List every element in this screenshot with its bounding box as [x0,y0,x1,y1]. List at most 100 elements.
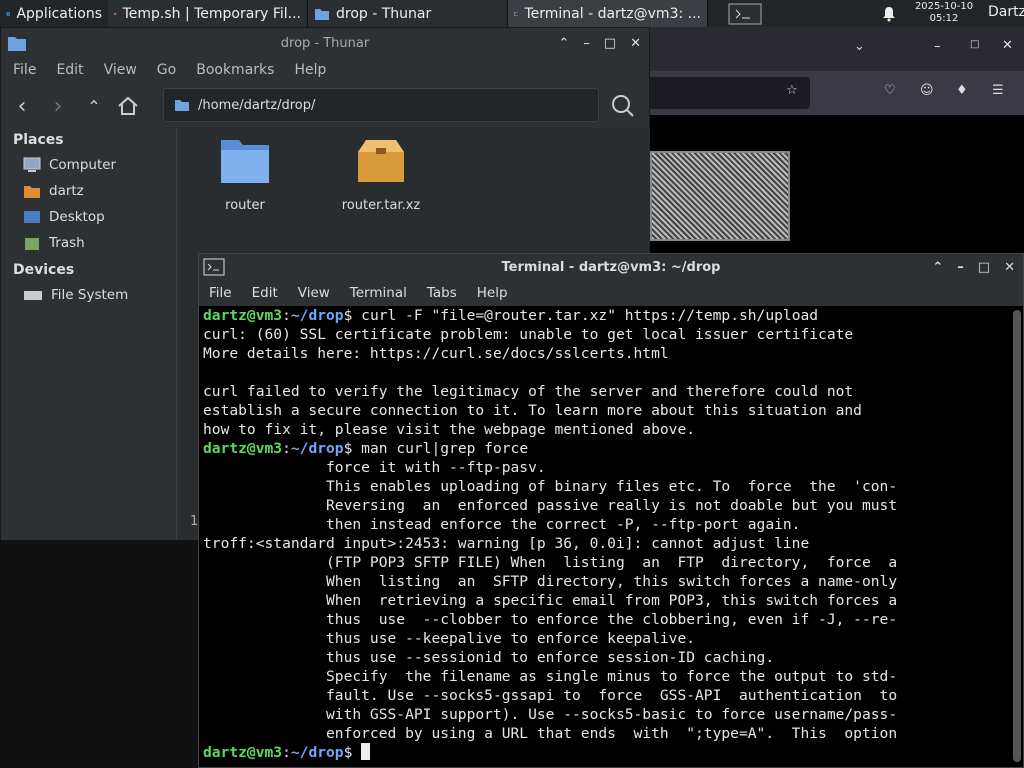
menu-edit[interactable]: Edit [252,285,278,302]
terminal-output[interactable]: dartz@vm3:~/drop$ curl -F "file=@router.… [203,306,1003,762]
menu-view[interactable]: View [298,285,330,302]
clock-time: 05:12 [929,13,959,24]
close-icon[interactable]: ✕ [1002,38,1013,53]
bookmark-star-icon[interactable]: ☆ [786,83,798,98]
command-line: dartz@vm3:~/drop$ man curl|grep force [203,440,529,457]
location-path: /home/dartz/drop/ [198,97,316,113]
task-label: Temp.sh | Temporary Fil... [122,5,301,22]
file-item-router-tar-xz[interactable]: router.tar.xz [326,134,436,213]
task-thunar[interactable]: drop - Thunar [308,0,508,27]
menu-bookmarks[interactable]: Bookmarks [196,62,274,80]
menu-view[interactable]: View [104,62,137,80]
sidebar-item-desktop[interactable]: Desktop [1,204,176,230]
maximize-icon[interactable]: □ [604,36,616,51]
firefox-navbar: ☆ ♡ ☺ ♦ ☰ [630,71,1024,115]
menu-tabs[interactable]: Tabs [427,285,457,302]
close-icon[interactable]: ✕ [630,36,641,51]
output-line: thus use --sessionid to enforce session-… [203,649,775,666]
drive-icon [24,291,42,300]
menu-file[interactable]: File [13,62,36,80]
output-line: More details here: https://curl.se/docs/… [203,345,669,362]
output-line: curl failed to verify the legitimacy of … [203,383,854,400]
prompt-suffix: $ [343,744,353,761]
terminal-icon [514,11,519,16]
window-controls: ⌃ – □ ✕ [932,254,1015,281]
sidebar-item-computer[interactable]: Computer [1,152,176,178]
file-item-router[interactable]: router [190,134,300,213]
home-folder-icon [24,186,40,198]
prompt-path: ~/drop [290,744,344,761]
menu-edit[interactable]: Edit [56,62,83,80]
shade-icon[interactable]: ⌃ [932,260,943,275]
top-panel: Applications Temp.sh | Temporary Fil... … [0,0,1024,27]
file-name: router.tar.xz [341,198,421,213]
folder-icon [175,100,189,111]
sidebar-item-trash[interactable]: Trash [1,230,176,256]
terminal-titlebar: Terminal - dartz@vm3: ~/drop ⌃ – □ ✕ [199,254,1023,281]
command-line: dartz@vm3:~/drop$ [203,743,1003,762]
sidebar-item-label: dartz [49,183,84,199]
tab-list-chevron-icon[interactable]: ⌄ [854,39,865,54]
task-firefox[interactable]: Temp.sh | Temporary Fil... [108,0,308,27]
command-text: curl -F "file=@router.tar.xz" https://te… [352,307,819,324]
minimize-icon[interactable]: – [957,260,964,275]
xfce-logo-icon [6,11,11,16]
output-line: (FTP POP3 SFTP FILE) When listing an FTP… [203,554,898,571]
terminal-icon [203,258,225,276]
places-header: Places [13,132,64,148]
terminal-scrollbar[interactable] [1013,310,1021,762]
output-line: how to fix it, please visit the webpage … [203,421,696,438]
output-line: with GSS-API support). Use --socks5-basi… [203,706,898,723]
user-menu[interactable]: Dartz [988,4,1024,20]
forward-icon[interactable]: › [45,94,71,119]
terminal-icon [728,3,762,24]
minimize-icon[interactable]: – [934,39,941,54]
sidebar-item-filesystem[interactable]: File System [1,282,176,308]
notification-bell-icon[interactable] [882,6,896,22]
menu-terminal[interactable]: Terminal [350,285,407,302]
output-line: establish a secure connection to it. To … [203,402,862,419]
account-icon[interactable]: ☺ [920,83,934,98]
window-title: Terminal - dartz@vm3: ~/drop [501,260,721,275]
firefox-icon [114,12,117,15]
terminal-window: Terminal - dartz@vm3: ~/drop ⌃ – □ ✕ Fil… [198,253,1024,768]
back-icon[interactable]: ‹ [9,94,35,119]
home-icon[interactable] [117,96,139,116]
thunar-titlebar: drop - Thunar ⌃ – □ ✕ [1,28,649,58]
maximize-icon[interactable]: □ [978,260,990,275]
output-line: When retrieving a specific email from PO… [203,592,898,609]
thunar-toolbar: ‹ › ⌃ /home/dartz/drop/ [1,84,649,128]
task-label: Terminal - dartz@vm3: ... [524,5,701,22]
extensions-icon[interactable]: ♦ [956,83,968,98]
search-icon[interactable] [611,94,635,118]
hamburger-menu-icon[interactable]: ☰ [992,83,1004,98]
pocket-icon[interactable]: ♡ [884,83,896,98]
menu-help[interactable]: Help [294,62,326,80]
close-icon[interactable]: ✕ [1004,260,1015,275]
sidebar-item-dartz[interactable]: dartz [1,178,176,204]
workspace-switcher[interactable] [722,0,768,27]
applications-menu[interactable]: Applications [0,0,108,27]
maximize-icon[interactable]: □ [970,39,979,50]
url-bar[interactable] [640,77,810,109]
clock[interactable]: 2025-10-10 05:12 [913,1,975,25]
ascii-art-image [650,151,790,241]
desktop-icon [24,211,40,223]
up-icon[interactable]: ⌃ [81,97,107,116]
command-text: man curl|grep force [352,440,529,457]
shade-icon[interactable]: ⌃ [558,36,569,51]
menu-go[interactable]: Go [157,62,176,80]
command-line: dartz@vm3:~/drop$ curl -F "file=@router.… [203,307,819,324]
terminal-menubar: File Edit View Terminal Tabs Help [199,281,1023,306]
task-terminal[interactable]: Terminal - dartz@vm3: ... [508,0,708,27]
applications-label: Applications [16,5,102,22]
menu-file[interactable]: File [209,285,232,302]
menu-help[interactable]: Help [477,285,508,302]
minimize-icon[interactable]: – [583,36,590,51]
prompt-path: ~/drop [290,307,344,324]
location-bar[interactable]: /home/dartz/drop/ [163,88,599,122]
devices-header: Devices [13,262,75,278]
thunar-menubar: File Edit View Go Bookmarks Help [1,58,649,84]
firefox-titlebar: ⌄ – □ ✕ [630,27,1024,71]
